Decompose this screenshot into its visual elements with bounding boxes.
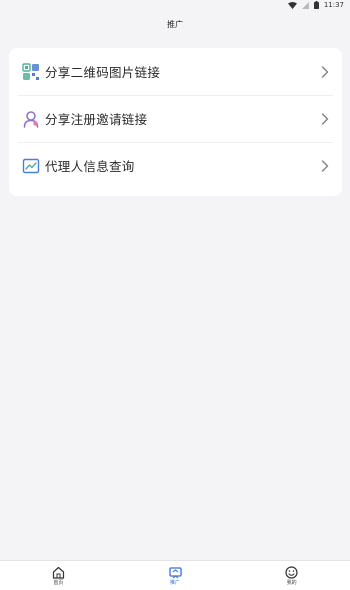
chart-icon: [22, 157, 40, 175]
menu-item-label: 分享二维码图片链接: [45, 65, 161, 80]
wifi-icon: [287, 1, 297, 9]
chevron-right-icon: [320, 112, 330, 126]
menu-item-label: 分享注册邀请链接: [45, 112, 148, 127]
home-icon: [52, 566, 65, 579]
menu-item-share-qrcode[interactable]: 分享二维码图片链接: [9, 48, 342, 95]
tab-label: 我的: [286, 579, 297, 586]
page-title: 推广: [167, 19, 183, 29]
chevron-right-icon: [320, 65, 330, 79]
page-header: 推广: [0, 10, 350, 38]
menu-item-agent-info[interactable]: 代理人信息查询: [9, 142, 342, 189]
tab-mine[interactable]: 我的: [233, 561, 350, 590]
smile-icon: [285, 565, 298, 579]
qrcode-icon: [22, 62, 40, 81]
tab-promote[interactable]: 推广: [117, 561, 234, 590]
tab-label: 推广: [170, 579, 181, 586]
user-icon: [22, 110, 40, 128]
battery-icon: [313, 1, 319, 9]
menu-card: 分享二维码图片链接 分享注册邀请链接 代理人信息查询: [9, 48, 342, 196]
bottom-tab-bar: 首页 推广 我的: [0, 560, 350, 590]
promote-icon: [168, 566, 182, 579]
tab-label: 首页: [53, 579, 64, 586]
chevron-right-icon: [320, 159, 330, 173]
signal-icon: [301, 1, 309, 9]
screen: 11:37 推广 分享二维码图片链接 分享注册邀请链接 代理人信息查询 首页 推…: [0, 0, 350, 590]
menu-item-label: 代理人信息查询: [45, 159, 135, 174]
tab-home[interactable]: 首页: [0, 561, 117, 590]
menu-item-share-invite[interactable]: 分享注册邀请链接: [9, 95, 342, 142]
status-time: 11:37: [323, 1, 344, 9]
status-bar: 11:37: [0, 0, 350, 10]
